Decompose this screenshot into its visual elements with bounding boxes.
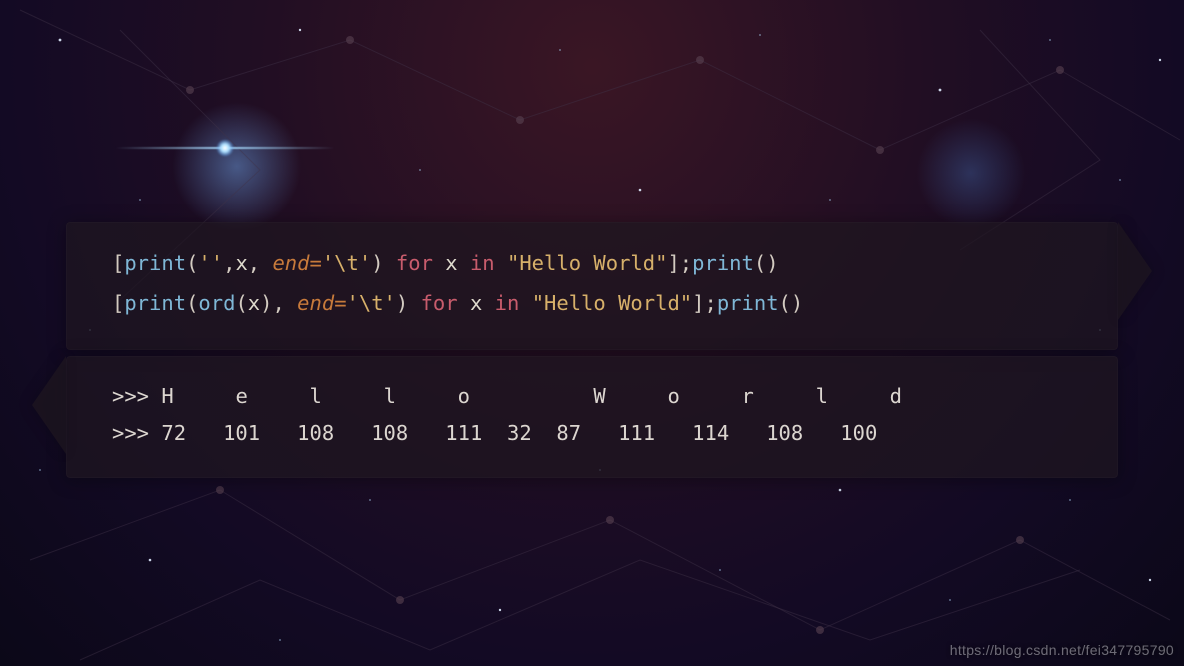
watermark-text: https://blog.csdn.net/fei347795790 — [950, 642, 1174, 658]
output-line-chars: >>> H e l l o W o r l d — [112, 384, 902, 408]
code-panel: [print('',x, end='\t') for x in "Hello W… — [66, 222, 1118, 350]
code-block: [print('',x, end='\t') for x in "Hello W… — [112, 244, 1072, 324]
output-line-codes: >>> 72 101 108 108 111 32 87 111 114 108… — [112, 421, 877, 445]
output-block: >>> H e l l o W o r l d >>> 72 101 108 1… — [112, 378, 1072, 452]
code-line-1: [print('',x, end='\t') for x in "Hello W… — [112, 251, 779, 275]
code-line-2: [print(ord(x), end='\t') for x in "Hello… — [112, 291, 803, 315]
lens-flare-icon — [225, 148, 227, 150]
output-panel: >>> H e l l o W o r l d >>> 72 101 108 1… — [66, 356, 1118, 478]
